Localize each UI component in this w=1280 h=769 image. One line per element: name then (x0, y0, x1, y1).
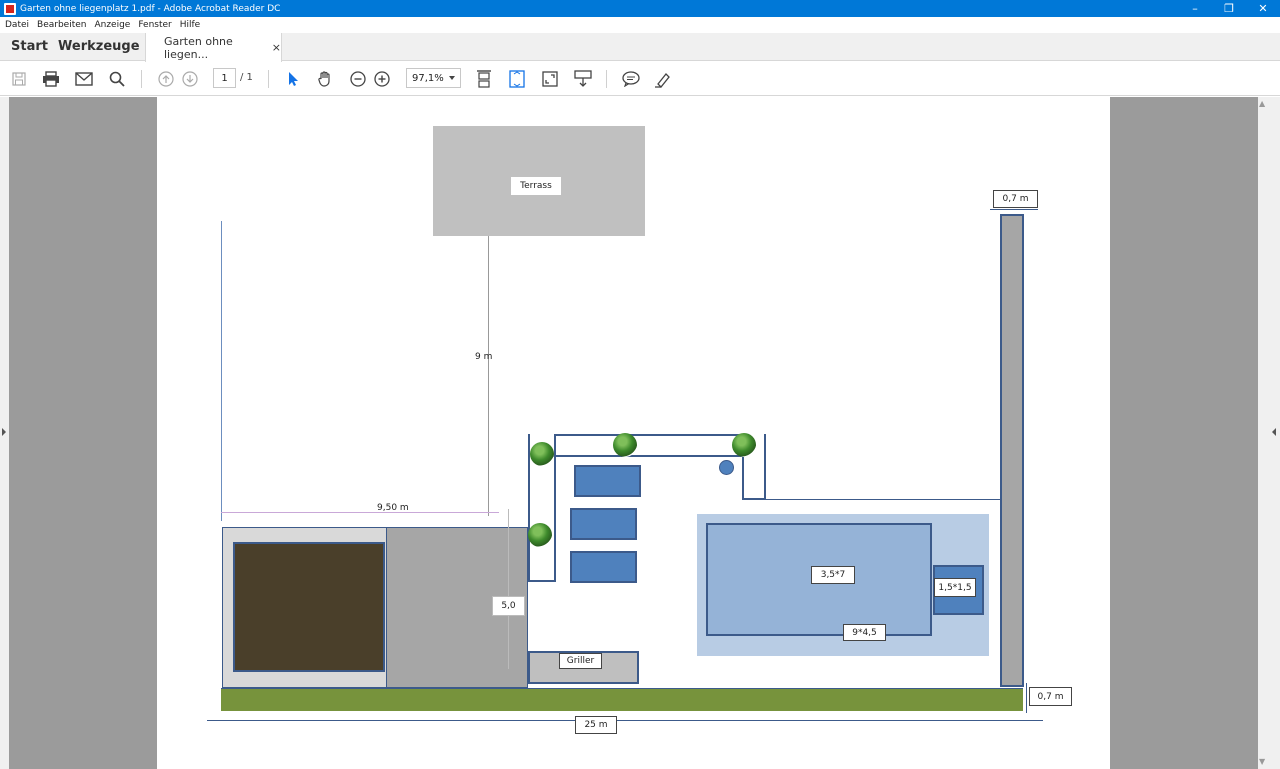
inner-dimension-line (508, 509, 509, 669)
tab-document[interactable]: Garten ohne liegen... × (145, 33, 282, 62)
full-screen-icon[interactable] (539, 68, 561, 90)
pdf-page: Terrass 9 m 9,50 m 5,0 3,5*7 9*4,5 1,5*1… (157, 97, 1110, 769)
depth-dimension-line (488, 236, 489, 516)
wall-top-dimension-line (990, 209, 1038, 210)
shrub-icon (528, 523, 552, 547)
fit-page-icon[interactable] (506, 68, 528, 90)
toolbar: 1 / 1 97,1% (0, 62, 1280, 96)
menu-bearbeiten[interactable]: Bearbeiten (37, 20, 86, 30)
shrub-icon (732, 433, 756, 457)
wall-bottom-dimension-label: 0,7 m (1029, 687, 1072, 706)
left-boundary-line (221, 221, 222, 521)
zoom-value: 97,1% (412, 72, 444, 84)
menu-bar: Datei Bearbeiten Anzeige Fenster Hilfe (0, 17, 1280, 33)
shrub-icon (613, 433, 637, 457)
wall-top-dimension-label: 0,7 m (993, 190, 1038, 208)
gutter-left (9, 97, 157, 769)
scroll-up-icon[interactable]: ▲ (1259, 99, 1265, 108)
wall-bottom-dimension-line (1026, 683, 1027, 713)
next-page-icon[interactable] (179, 68, 201, 90)
select-cursor-icon[interactable] (282, 68, 304, 90)
jacuzzi-dimension-label: 1,5*1,5 (934, 578, 976, 597)
title-bar: Garten ohne liegenplatz 1.pdf - Adobe Ac… (0, 0, 1280, 17)
tab-start[interactable]: Start (11, 39, 48, 54)
comment-icon[interactable] (620, 68, 642, 90)
expand-right-icon (2, 428, 6, 436)
menu-fenster[interactable]: Fenster (138, 20, 171, 30)
shrub-icon (530, 442, 554, 466)
acrobat-app-icon (4, 2, 16, 15)
restore-button[interactable]: ❐ (1212, 0, 1246, 17)
tab-document-label: Garten ohne liegen... (164, 34, 233, 61)
minimize-button[interactable]: – (1178, 0, 1212, 17)
tab-close-icon[interactable]: × (272, 41, 281, 54)
scroll-down-icon[interactable]: ▼ (1259, 757, 1265, 766)
round-table (719, 460, 734, 475)
pool-inner-dimension-label: 3,5*7 (811, 566, 855, 584)
hand-tool-icon[interactable] (314, 68, 336, 90)
toolbar-separator (606, 70, 607, 88)
zoom-out-icon[interactable] (347, 68, 369, 90)
tab-bar: Start Werkzeuge Garten ohne liegen... × (0, 33, 1280, 62)
zoom-select[interactable]: 97,1% (406, 68, 461, 88)
grill-label: Griller (559, 653, 602, 669)
document-area[interactable]: ▲ ▼ Terrass 9 m 9,50 m 5,0 3,5*7 9*4,5 1… (0, 97, 1280, 769)
email-icon[interactable] (73, 68, 95, 90)
total-dimension-line (207, 720, 1043, 721)
tab-tools[interactable]: Werkzeuge (58, 39, 140, 54)
total-dimension-label: 25 m (575, 716, 617, 734)
read-mode-icon[interactable] (572, 68, 594, 90)
toolbar-separator (268, 70, 269, 88)
width-dimension-line (221, 512, 499, 513)
menu-datei[interactable]: Datei (5, 20, 29, 30)
page-total: / 1 (240, 72, 253, 83)
close-window-button[interactable]: ✕ (1246, 0, 1280, 17)
zoom-in-icon[interactable] (371, 68, 393, 90)
gutter-right (1110, 97, 1258, 769)
lounger (570, 508, 637, 540)
terrace-label: Terrass (511, 177, 561, 195)
width-dimension-label: 9,50 m (377, 503, 409, 513)
highlight-pen-icon[interactable] (652, 68, 674, 90)
right-wall (1000, 214, 1024, 687)
chevron-down-icon (449, 76, 455, 80)
lounger (570, 551, 637, 583)
scroll-mode-icon[interactable] (473, 68, 495, 90)
bench-inner-edge (552, 455, 744, 457)
window-title: Garten ohne liegenplatz 1.pdf - Adobe Ac… (20, 3, 281, 14)
depth-dimension-label: 9 m (475, 352, 493, 362)
boundary-line (765, 499, 1000, 500)
save-icon[interactable] (8, 68, 30, 90)
inner-dimension-label: 5,0 (492, 596, 525, 616)
left-panel-toggle[interactable] (0, 97, 9, 769)
pool-outer-dimension-label: 9*4,5 (843, 624, 886, 641)
expand-left-icon[interactable] (1272, 428, 1276, 436)
page-number-input[interactable]: 1 (213, 68, 236, 88)
grass-strip (221, 688, 1023, 711)
toolbar-separator (141, 70, 142, 88)
print-icon[interactable] (40, 68, 62, 90)
menu-hilfe[interactable]: Hilfe (180, 20, 200, 30)
search-icon[interactable] (106, 68, 128, 90)
menu-anzeige[interactable]: Anzeige (94, 20, 130, 30)
lounger (574, 465, 641, 497)
soil-bed (233, 542, 385, 672)
previous-page-icon[interactable] (155, 68, 177, 90)
